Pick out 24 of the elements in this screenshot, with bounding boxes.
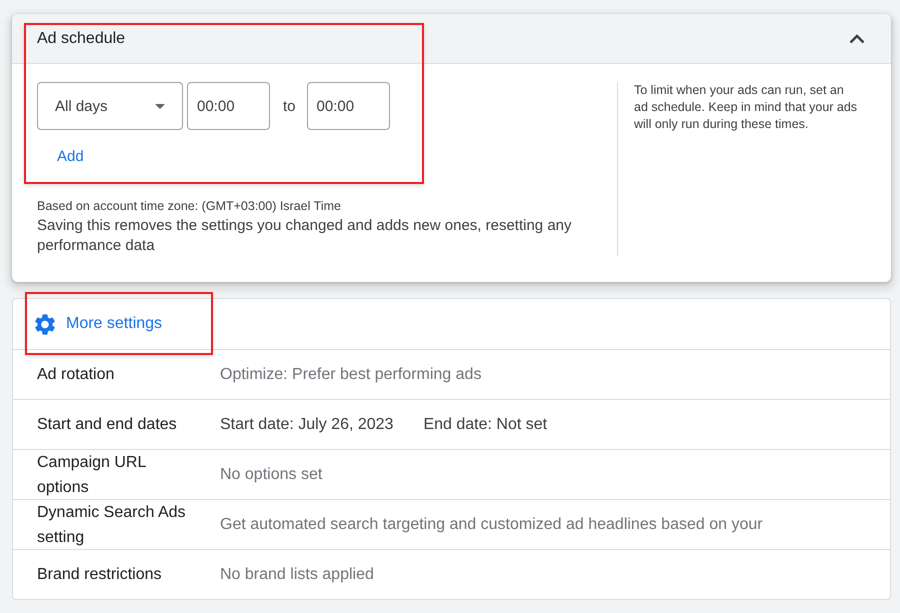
- start-time-field[interactable]: 00:00: [187, 82, 270, 130]
- setting-value: No options set: [220, 466, 322, 484]
- end-time-field[interactable]: 00:00: [306, 82, 390, 130]
- more-settings-link[interactable]: More settings: [35, 314, 162, 334]
- caret-down-icon: [155, 104, 165, 108]
- setting-label: Dynamic Search Ads setting: [37, 502, 187, 548]
- warning-text: Saving this removes the settings you changed and adds new ones, resetting any performance data: [37, 216, 572, 256]
- setting-value: Start date: July 26, 2023: [220, 416, 394, 434]
- setting-label: Start and end dates: [37, 415, 178, 435]
- setting-value: End date: Not set: [423, 416, 548, 434]
- gear-icon: [35, 314, 55, 334]
- setting-label: Brand restrictions: [37, 565, 162, 585]
- setting-value: Get automated search targeting and customized ad headlines based on your: [220, 516, 763, 534]
- day-dropdown[interactable]: All days: [37, 82, 183, 130]
- range-separator: to: [283, 98, 296, 114]
- add-link[interactable]: Add: [37, 140, 104, 173]
- chevron-up-icon[interactable]: [849, 34, 865, 44]
- setting-label: Campaign URL options: [37, 452, 147, 498]
- setting-label: Ad rotation: [37, 365, 116, 385]
- setting-value: Optimize: Prefer best performing ads: [220, 366, 482, 384]
- time-zone-note: Based on account time zone: (GMT+03:00) Israel Time: [37, 199, 342, 214]
- help-text: To limit when your ads can run, set an ad schedule. Keep in mind that your ads will only run during these times.: [634, 82, 858, 133]
- section-title: Ad schedule: [37, 30, 126, 48]
- setting-value: No brand lists applied: [220, 566, 374, 584]
